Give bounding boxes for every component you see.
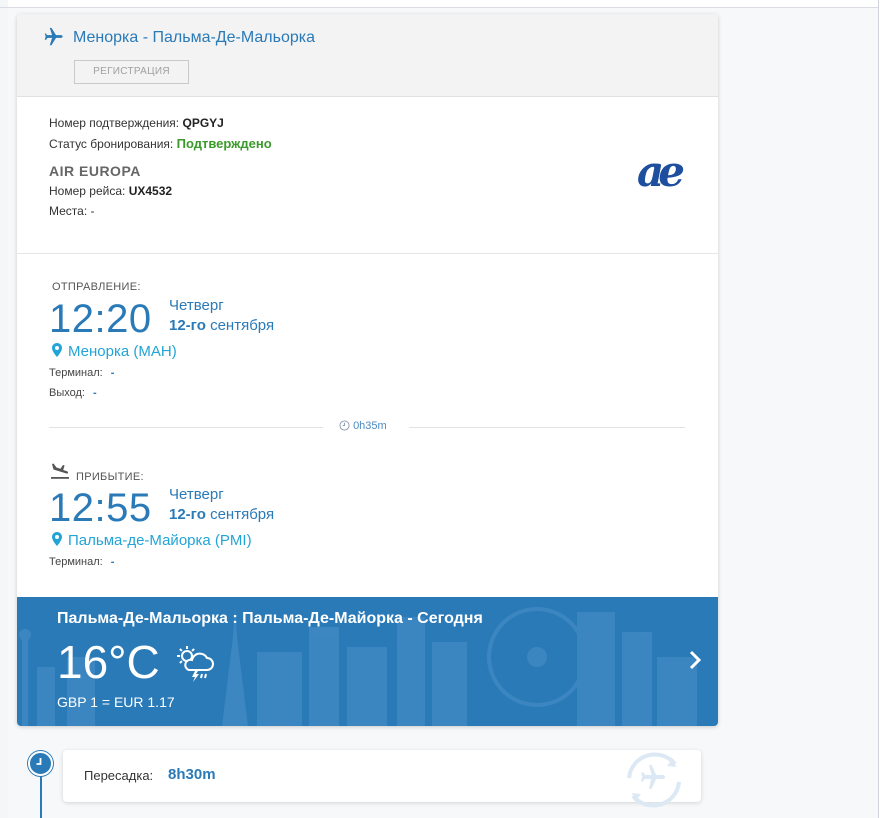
flight-number-row: Номер рейса: UX4532 xyxy=(49,184,172,198)
arrival-terminal: Терминал: - xyxy=(49,556,114,568)
flight-card: Менорка - Пальма-Де-Мальорка РЕГИСТРАЦИЯ… xyxy=(17,14,718,726)
location-pin-icon xyxy=(52,343,62,357)
departure-time: 12:20 xyxy=(49,297,152,341)
connecting-flight-icon xyxy=(627,752,681,808)
duration-divider-right xyxy=(409,427,685,428)
weather-title: Пальма-Де-Мальорка : Пальма-Де-Майорка -… xyxy=(57,610,483,627)
storm-cloud-icon xyxy=(177,646,214,682)
layover-card: Пересадка: 8h30m xyxy=(63,750,701,808)
departure-date-day: 12-го xyxy=(169,317,206,334)
route-title[interactable]: Менорка - Пальма-Де-Мальорка xyxy=(73,29,315,47)
air-europa-logo: ae xyxy=(637,147,685,196)
arrival-place-name: Пальма-де-Майорка (PMI) xyxy=(68,532,252,549)
top-divider xyxy=(0,7,878,8)
landing-icon xyxy=(51,463,69,479)
departure-gate-label: Выход: xyxy=(49,387,85,399)
duration-value: 0h35m xyxy=(353,420,387,432)
departure-weekday: Четверг xyxy=(169,297,224,314)
confirmation-row: Номер подтверждения: QPGYJ xyxy=(49,116,224,130)
flight-number: UX4532 xyxy=(128,184,173,198)
arrival-label: ПРИБЫТИЕ: xyxy=(76,471,144,483)
departure-terminal-label: Терминал: xyxy=(49,367,103,379)
flight-duration: 0h35m xyxy=(339,420,387,432)
confirmation-label: Номер подтверждения: xyxy=(49,116,180,130)
departure-gate-value: - xyxy=(92,387,97,399)
duration-divider-left xyxy=(49,427,323,428)
clock-icon xyxy=(339,420,350,431)
location-pin-icon xyxy=(52,532,62,546)
registration-button[interactable]: РЕГИСТРАЦИЯ xyxy=(74,60,189,84)
weather-banner[interactable]: Пальма-Де-Мальорка : Пальма-Де-Майорка -… xyxy=(17,597,718,726)
layover-label: Пересадка: xyxy=(84,768,154,783)
seats-row: Места: - xyxy=(49,204,95,218)
exchange-rate: GBP 1 = EUR 1.17 xyxy=(57,694,175,710)
confirmation-number: QPGYJ xyxy=(182,116,224,130)
flight-number-label: Номер рейса: xyxy=(49,184,126,198)
arrival-weekday: Четверг xyxy=(169,486,224,503)
seats-label: Места: xyxy=(49,204,88,218)
right-panel-edge xyxy=(878,0,891,818)
status-badge: Подтверждено xyxy=(176,136,272,151)
timeline-clock-icon xyxy=(28,751,53,776)
arrival-date-month: сентября xyxy=(205,506,275,523)
departure-terminal-value: - xyxy=(110,367,115,379)
departure-date-month: сентября xyxy=(205,317,275,334)
airline-name: AIR EUROPA xyxy=(49,163,141,179)
weather-temperature: 16°C xyxy=(57,636,160,688)
flight-card-header: Менорка - Пальма-Де-Мальорка РЕГИСТРАЦИЯ xyxy=(17,14,718,97)
arrival-time: 12:55 xyxy=(49,486,152,530)
arrival-date-day: 12-го xyxy=(169,506,206,523)
arrival-place[interactable]: Пальма-де-Майорка (PMI) xyxy=(52,532,252,549)
airplane-icon xyxy=(44,27,63,46)
departure-place-name: Менорка (MAH) xyxy=(68,343,177,360)
departure-terminal: Терминал: - xyxy=(49,367,114,379)
status-label: Статус бронирования: xyxy=(49,137,174,151)
chevron-right-icon[interactable] xyxy=(688,650,702,670)
departure-label: ОТПРАВЛЕНИЕ: xyxy=(52,281,141,293)
booking-info: Номер подтверждения: QPGYJ Статус бронир… xyxy=(17,97,718,254)
status-row: Статус бронирования: Подтверждено xyxy=(49,136,272,151)
seats-value: - xyxy=(90,204,95,218)
arrival-terminal-label: Терминал: xyxy=(49,556,103,568)
arrival-terminal-value: - xyxy=(110,556,115,568)
departure-gate: Выход: - xyxy=(49,387,97,399)
left-strip xyxy=(0,0,8,818)
layover-duration: 8h30m xyxy=(168,766,216,783)
departure-date: 12-го сентября xyxy=(169,317,274,334)
arrival-date: 12-го сентября xyxy=(169,506,274,523)
departure-place[interactable]: Менорка (MAH) xyxy=(52,343,177,360)
